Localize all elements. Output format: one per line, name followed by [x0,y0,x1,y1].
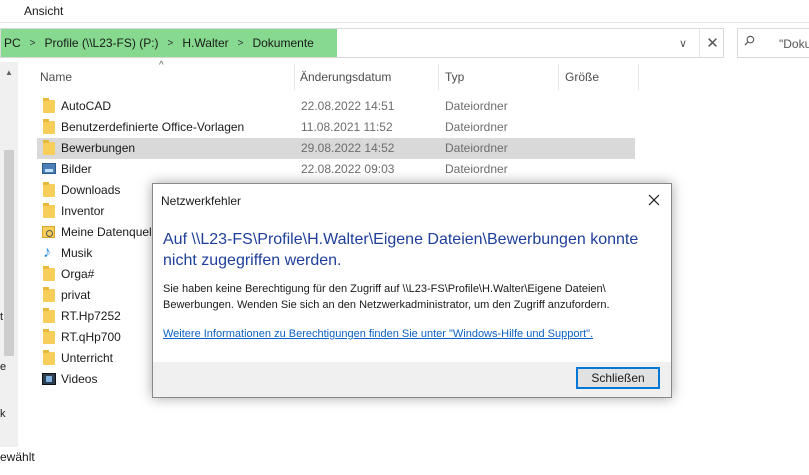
column-divider[interactable] [558,64,559,90]
dialog-button-area: Schließen [153,362,671,397]
network-error-dialog: Netzwerkfehler Auf \\L23-FS\Profile\H.Wa… [152,183,672,398]
close-button[interactable]: Schließen [576,367,660,389]
file-type: Dateiordner [445,99,508,113]
file-name: Benutzerdefinierte Office-Vorlagen [61,120,245,134]
address-clear-icon[interactable]: ✕ [699,29,725,57]
file-row[interactable]: AutoCAD 22.08.2022 14:51 Dateiordner [37,96,635,117]
column-header-name[interactable]: Name [40,70,72,84]
dialog-main-instruction: Auf \\L23-FS\Profile\H.Walter\Eigene Dat… [163,231,639,269]
dialog-title: Netzwerkfehler [161,194,242,208]
file-name: Unterricht [61,351,114,365]
file-name: privat [61,288,91,302]
status-text: ewählt [0,450,35,464]
file-type: Dateiordner [445,141,508,155]
file-date: 22.08.2022 09:03 [301,162,395,176]
column-divider[interactable] [638,64,639,90]
file-row-selected[interactable]: Bewerbungen 29.08.2022 14:52 Dateiordner [37,138,635,159]
folder-icon [43,203,55,218]
file-row[interactable]: Bilder 22.08.2022 09:03 Dateiordner [37,159,635,180]
file-date: 11.08.2021 11:52 [301,120,393,134]
breadcrumb-separator-icon[interactable]: > [232,38,250,49]
breadcrumb-separator-icon[interactable]: > [24,38,42,49]
file-name: Bilder [61,162,92,176]
videos-icon [42,373,56,385]
file-name: Orga# [61,267,95,281]
column-header-size[interactable]: Größe [565,70,599,84]
folder-icon [43,350,55,365]
search-icon [744,35,755,46]
column-divider[interactable] [438,64,439,90]
file-date: 29.08.2022 14:52 [301,141,395,155]
column-header-type[interactable]: Typ [445,70,464,84]
search-input[interactable]: "Doku [737,28,809,58]
column-divider[interactable] [294,64,295,90]
file-name: AutoCAD [61,99,112,113]
nav-pane-partial-text: e [0,361,7,373]
nav-pane-partial-text: k [0,408,6,420]
file-name: Downloads [61,183,121,197]
close-x-glyph [648,194,660,206]
search-query-text: "Doku [779,37,809,51]
file-name: Inventor [61,204,105,218]
file-type: Dateiordner [445,120,508,134]
dialog-content: Auf \\L23-FS\Profile\H.Walter\Eigene Dat… [153,216,671,362]
breadcrumb-item-hwalter[interactable]: H.Walter [179,36,231,50]
file-name: RT.Hp7252 [61,309,121,323]
folder-icon [43,266,55,281]
file-name: Musik [61,246,93,260]
folder-icon [43,98,55,113]
nav-pane-partial-text: t [0,311,4,323]
dialog-titlebar[interactable]: Netzwerkfehler [153,184,671,216]
folder-icon [43,308,55,323]
column-header-date[interactable]: Änderungsdatum [300,70,391,84]
ribbon-tab-strip: Ansicht [0,0,809,23]
folder-icon [43,287,55,302]
status-bar: ewählt [0,447,809,475]
file-row[interactable]: Benutzerdefinierte Office-Vorlagen 11.08… [37,117,635,138]
address-bar[interactable]: PC > Profile (\\L23-FS) (P:) > H.Walter … [0,28,724,58]
folder-icon [43,182,55,197]
file-type: Dateiordner [445,162,508,176]
address-history-dropdown-icon[interactable]: ∨ [669,29,697,57]
sort-ascending-icon: ^ [159,60,164,71]
pictures-icon [42,163,56,174]
file-name: Meine Datenquel [61,225,152,239]
scrollbar-thumb[interactable] [4,150,14,356]
folder-icon [43,140,55,155]
folder-icon [43,119,55,134]
file-name: RT.qHp700 [61,330,121,344]
datasource-folder-icon [42,226,55,238]
close-icon[interactable] [639,188,669,212]
music-icon: ♪ [43,244,51,261]
breadcrumb-item-profile[interactable]: Profile (\\L23-FS) (P:) [42,36,162,50]
file-name: Videos [61,372,98,386]
file-name: Bewerbungen [61,141,136,155]
tab-ansicht[interactable]: Ansicht [24,4,63,18]
help-link[interactable]: Weitere Informationen zu Berechtigungen … [163,328,593,340]
folder-icon [43,329,55,344]
file-date: 22.08.2022 14:51 [301,99,395,113]
breadcrumb-separator-icon[interactable]: > [162,38,180,49]
navigation-pane-scrollbar[interactable]: ▲ [0,62,18,447]
breadcrumb-item-pc[interactable]: PC [1,36,24,50]
dialog-message: Sie haben keine Berechtigung für den Zug… [163,283,610,311]
scroll-up-icon[interactable]: ▲ [5,68,13,77]
breadcrumb-item-dokumente[interactable]: Dokumente [249,36,316,50]
breadcrumb: PC > Profile (\\L23-FS) (P:) > H.Walter … [1,29,337,57]
